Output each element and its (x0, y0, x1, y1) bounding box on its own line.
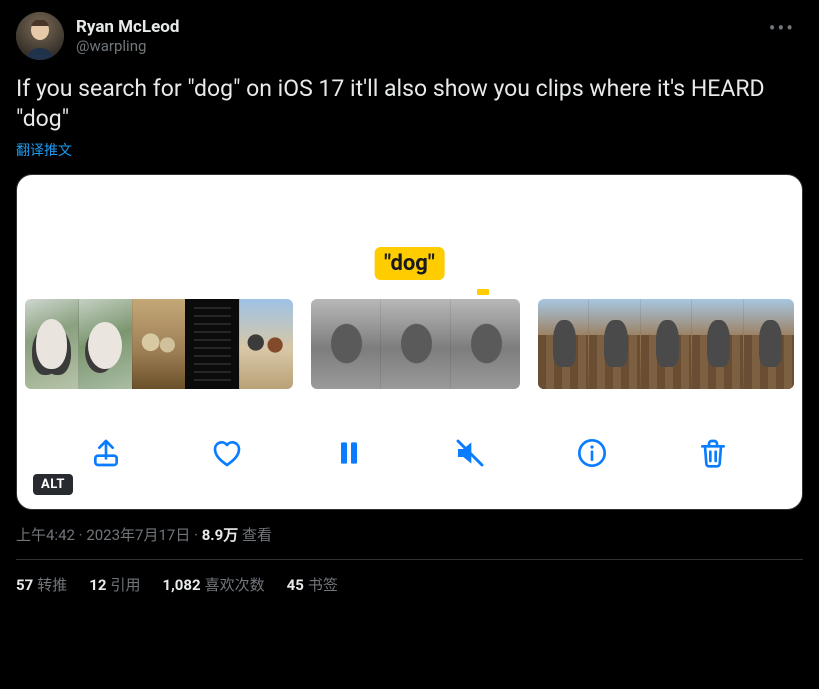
thumbnail[interactable] (380, 299, 450, 389)
thumbnail[interactable] (588, 299, 639, 389)
count: 12 (89, 576, 106, 594)
label: 喜欢次数 (205, 576, 265, 594)
meta-dot: · (190, 526, 201, 544)
mute-icon[interactable] (448, 431, 492, 475)
meta-date[interactable]: 2023年7月17日 (86, 526, 190, 544)
stat-likes[interactable]: 1,082 喜欢次数 (162, 574, 264, 595)
stat-quotes[interactable]: 12引用 (89, 574, 140, 595)
chip-marker (477, 289, 489, 295)
thumbnail[interactable] (239, 299, 293, 389)
thumbnail[interactable] (640, 299, 691, 389)
tweet-header: Ryan McLeod @warpling ••• (16, 12, 803, 60)
thumbnail[interactable] (450, 299, 520, 389)
heart-icon[interactable] (205, 431, 249, 475)
media-card[interactable]: "dog" (16, 174, 803, 510)
handle[interactable]: @warpling (76, 37, 179, 55)
search-chip: "dog" (374, 247, 445, 280)
thumbnail[interactable] (311, 299, 380, 389)
author-names: Ryan McLeod @warpling (76, 17, 179, 55)
thumbnail[interactable] (132, 299, 186, 389)
stat-retweets[interactable]: 57转推 (16, 574, 67, 595)
trash-icon[interactable] (691, 431, 735, 475)
alt-badge[interactable]: ALT (33, 474, 73, 495)
thumbnail[interactable] (743, 299, 794, 389)
meta-dot: · (75, 526, 86, 544)
clip-group-3[interactable] (538, 299, 794, 389)
thumbnail[interactable] (538, 299, 588, 389)
stat-bookmarks[interactable]: 45书签 (287, 574, 338, 595)
label: 转推 (37, 576, 67, 594)
thumbnail[interactable] (185, 299, 239, 389)
meta-time[interactable]: 上午4:42 (16, 526, 75, 544)
thumbnail[interactable] (691, 299, 742, 389)
author-block[interactable]: Ryan McLeod @warpling (16, 12, 179, 60)
tweet-stats: 57转推 12引用 1,082 喜欢次数 45书签 (16, 560, 803, 595)
video-timeline[interactable] (17, 299, 802, 389)
media-action-bar (17, 425, 802, 481)
translate-link[interactable]: 翻译推文 (16, 140, 803, 160)
count: 57 (16, 576, 33, 594)
clip-group-1[interactable] (25, 299, 293, 389)
avatar[interactable] (16, 12, 64, 60)
more-icon[interactable]: ••• (761, 12, 803, 44)
count: 45 (287, 576, 304, 594)
views-count[interactable]: 8.9万 (202, 526, 239, 544)
info-icon[interactable] (570, 431, 614, 475)
clip-group-2[interactable] (311, 299, 520, 389)
pause-icon[interactable] (327, 431, 371, 475)
thumbnail[interactable] (25, 299, 78, 389)
count: 1,082 (162, 576, 200, 594)
thumbnail[interactable] (78, 299, 132, 389)
display-name[interactable]: Ryan McLeod (76, 17, 179, 37)
label: 书签 (308, 576, 338, 594)
tweet-container: Ryan McLeod @warpling ••• If you search … (0, 0, 819, 607)
share-icon[interactable] (84, 431, 128, 475)
views-label: 查看 (242, 526, 272, 544)
label: 引用 (110, 576, 140, 594)
tweet-meta: 上午4:42 · 2023年7月17日 · 8.9万 查看 (16, 524, 803, 545)
tweet-text: If you search for "dog" on iOS 17 it'll … (16, 74, 803, 134)
